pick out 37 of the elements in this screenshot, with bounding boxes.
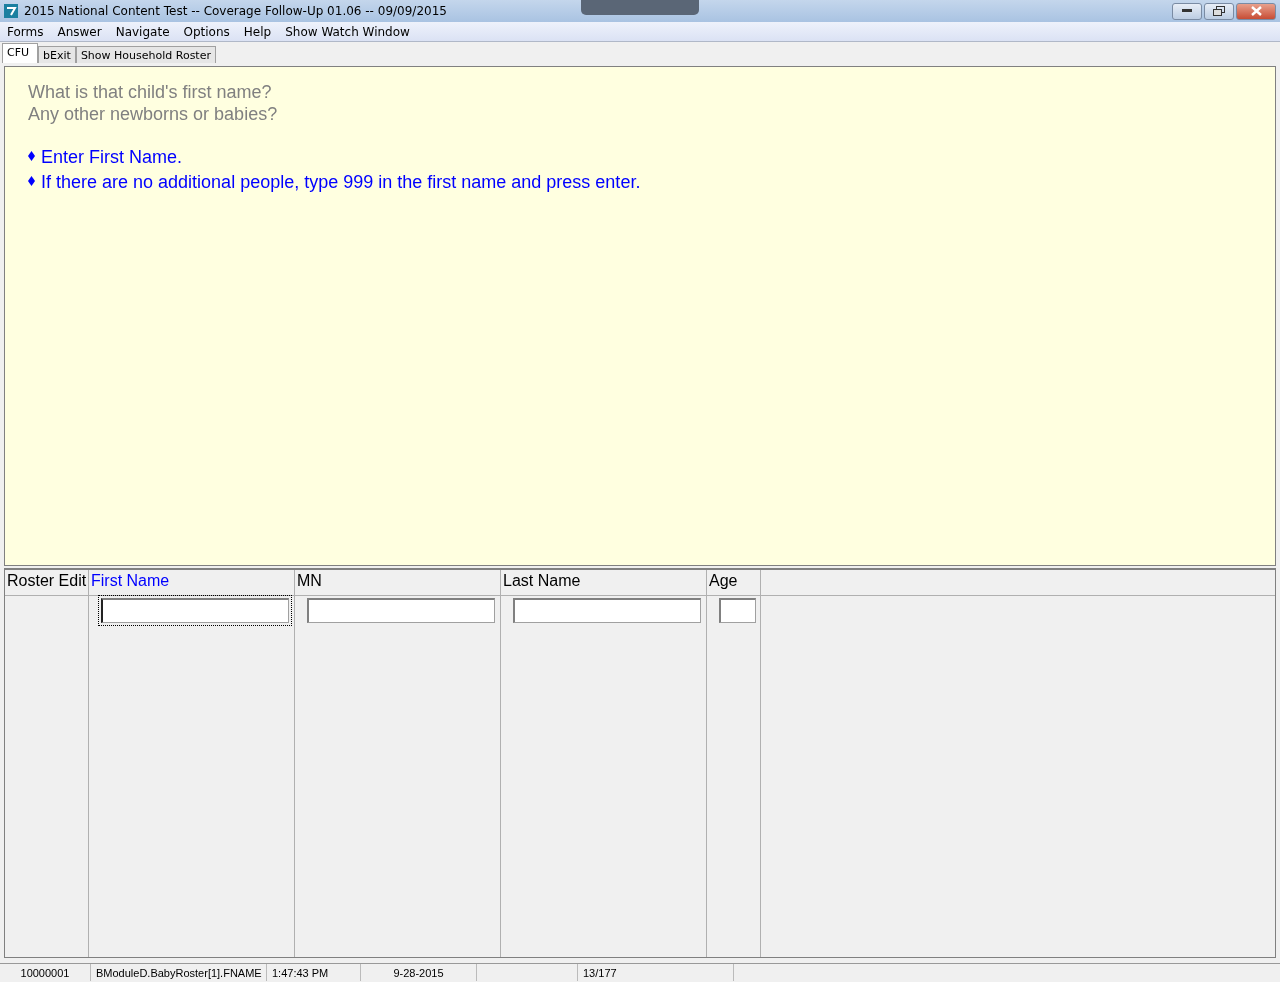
question-text: Any other newborns or babies?	[28, 103, 279, 125]
window-title: 2015 National Content Test -- Coverage Follow-Up 01.06 -- 09/09/2015	[24, 4, 447, 18]
tab[interactable]: CFU	[2, 43, 39, 63]
question-text: What is that child's first name?	[28, 81, 273, 103]
column-header: Last Name	[501, 570, 707, 596]
column-header: Age	[707, 570, 761, 596]
minimize-button[interactable]	[1172, 2, 1202, 20]
menu-item[interactable]: Show Watch Window	[278, 24, 417, 39]
status-cell: 10000001	[0, 964, 91, 981]
tab[interactable]: bExit	[38, 46, 76, 63]
toolbar-grip[interactable]	[581, 0, 699, 15]
input-field[interactable]	[307, 598, 495, 623]
instruction-text: If there are no additional people, type 999 in the first name and press enter.	[41, 172, 641, 193]
restore-icon	[1213, 6, 1225, 16]
instruction-text: Enter First Name.	[41, 147, 183, 168]
menu-item[interactable]: Help	[236, 24, 279, 39]
status-cell: 13/177	[578, 964, 734, 981]
diamond-bullet-icon	[28, 151, 35, 161]
minimize-icon	[1182, 9, 1192, 13]
column-header: Roster Edit	[5, 570, 89, 596]
menu-item[interactable]: Options	[176, 24, 237, 39]
input-field[interactable]	[101, 598, 289, 623]
diamond-bullet-icon	[28, 176, 35, 186]
column-header: MN	[295, 570, 501, 596]
close-button[interactable]	[1236, 2, 1276, 20]
status-cell: 9-28-2015	[361, 964, 477, 981]
menu-item[interactable]: Forms	[0, 24, 51, 39]
menu-item[interactable]: Answer	[50, 24, 109, 39]
restore-button[interactable]	[1204, 2, 1234, 20]
input-field[interactable]	[719, 598, 756, 623]
menu-item[interactable]: Navigate	[108, 24, 177, 39]
input-field[interactable]	[513, 598, 701, 623]
status-cell: BModuleD.BabyRoster[1].FNAME	[91, 964, 267, 981]
tab[interactable]: Show Household Roster	[75, 46, 216, 63]
status-cell: 1:47:43 PM	[267, 964, 361, 981]
app-icon	[4, 4, 18, 18]
close-icon	[1250, 6, 1262, 16]
